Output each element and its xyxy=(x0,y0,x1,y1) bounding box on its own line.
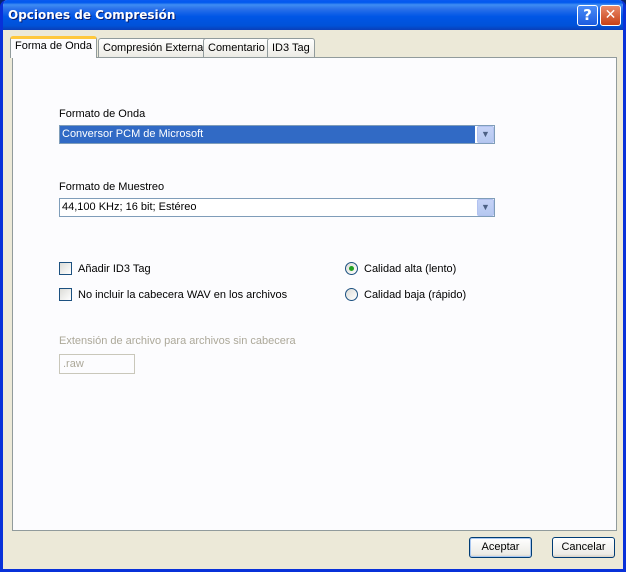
wave-format-label: Formato de Onda xyxy=(59,108,146,120)
sample-format-select[interactable]: 44,100 KHz; 16 bit; Estéreo ▼ xyxy=(59,198,495,217)
title-bar[interactable]: Opciones de Compresión ? ✕ xyxy=(3,0,623,30)
close-button[interactable]: ✕ xyxy=(600,5,621,26)
quality-high-radio[interactable] xyxy=(345,262,358,275)
dialog-window: Opciones de Compresión ? ✕ Forma de Onda… xyxy=(0,0,626,572)
extension-value: .raw xyxy=(63,358,84,370)
radio-selected-dot xyxy=(349,266,354,271)
tab-label: Compresión Externa xyxy=(103,42,204,54)
accept-label: Aceptar xyxy=(481,541,520,553)
sample-format-value: 44,100 KHz; 16 bit; Estéreo xyxy=(62,201,197,213)
no-wav-header-checkbox[interactable] xyxy=(59,288,72,301)
tab-label: ID3 Tag xyxy=(272,42,310,54)
tab-forma-de-onda[interactable]: Forma de Onda xyxy=(10,36,98,58)
accept-button[interactable]: Aceptar xyxy=(469,537,532,558)
close-icon: ✕ xyxy=(604,7,617,23)
add-id3-tag-label[interactable]: Añadir ID3 Tag xyxy=(78,263,151,275)
window-title: Opciones de Compresión xyxy=(8,8,176,22)
tab-comentario[interactable]: Comentario xyxy=(203,38,270,57)
sample-format-label: Formato de Muestreo xyxy=(59,181,165,193)
quality-high-label[interactable]: Calidad alta (lento) xyxy=(364,263,456,275)
extension-label: Extensión de archivo para archivos sin c… xyxy=(59,335,296,347)
cancel-label: Cancelar xyxy=(561,541,606,553)
tab-compresion-externa[interactable]: Compresión Externa xyxy=(98,38,209,57)
no-wav-header-label[interactable]: No incluir la cabecera WAV en los archiv… xyxy=(78,289,287,301)
quality-low-label[interactable]: Calidad baja (rápido) xyxy=(364,289,466,301)
extension-input[interactable]: .raw xyxy=(59,354,135,374)
help-button[interactable]: ? xyxy=(577,5,598,26)
tab-id3-tag[interactable]: ID3 Tag xyxy=(267,38,315,57)
tab-label: Comentario xyxy=(208,42,265,54)
chevron-down-icon[interactable]: ▼ xyxy=(477,199,494,216)
wave-format-value: Conversor PCM de Microsoft xyxy=(60,126,475,143)
wave-format-select[interactable]: Conversor PCM de Microsoft ▼ xyxy=(59,125,495,144)
chevron-down-icon[interactable]: ▼ xyxy=(477,126,494,143)
cancel-button[interactable]: Cancelar xyxy=(552,537,615,558)
help-icon: ? xyxy=(583,6,592,24)
quality-low-radio[interactable] xyxy=(345,288,358,301)
tab-panel: Formato de Onda Conversor PCM de Microso… xyxy=(12,57,617,531)
add-id3-tag-checkbox[interactable] xyxy=(59,262,72,275)
tab-label: Forma de Onda xyxy=(15,40,93,52)
